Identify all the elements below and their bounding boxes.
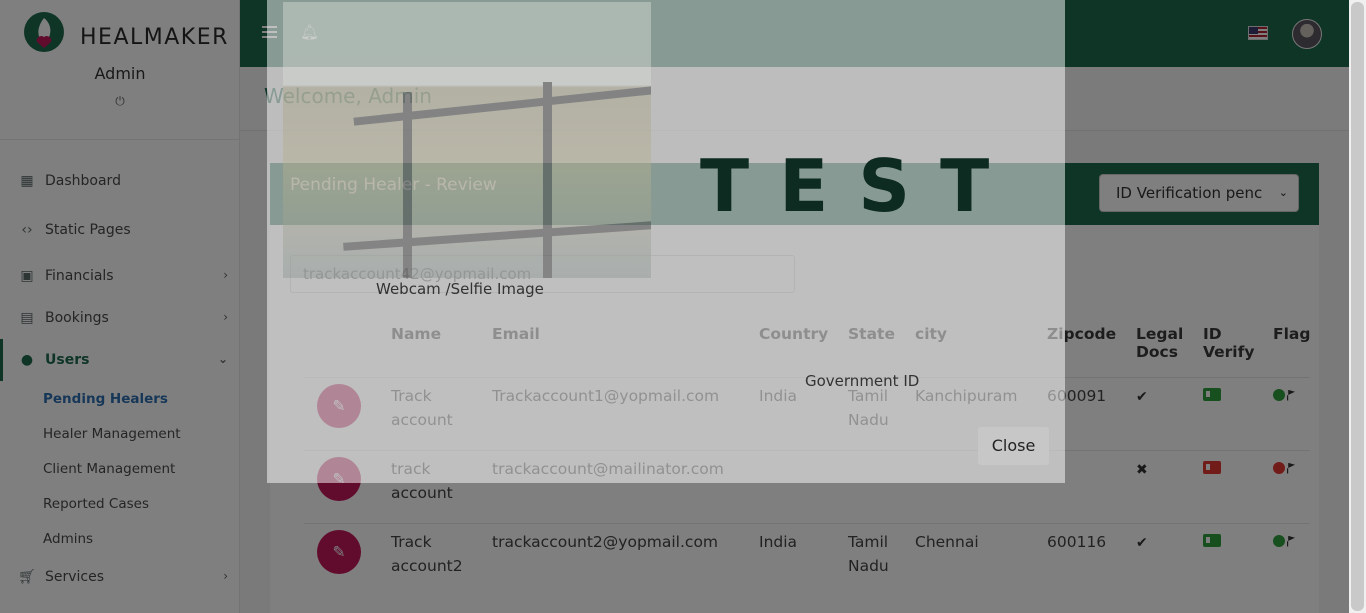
webcam-caption: Webcam /Selfie Image bbox=[376, 280, 544, 298]
government-id-caption: Government ID bbox=[805, 372, 920, 390]
close-button[interactable]: Close bbox=[978, 427, 1049, 465]
government-id-image: TEST bbox=[700, 144, 1020, 228]
image-detail bbox=[343, 221, 651, 251]
webcam-selfie-image bbox=[283, 2, 651, 278]
scrollbar-thumb[interactable] bbox=[1351, 2, 1364, 611]
image-detail bbox=[353, 86, 651, 126]
image-detail bbox=[543, 82, 552, 278]
